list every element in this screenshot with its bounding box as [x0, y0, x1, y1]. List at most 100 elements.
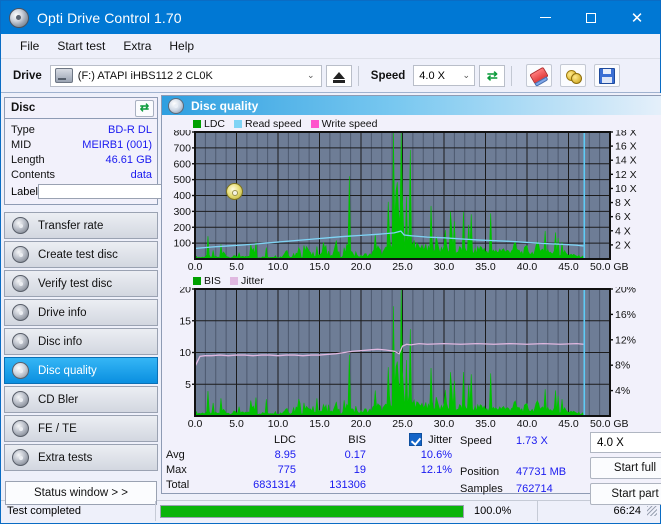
disc-icon — [12, 246, 29, 263]
drive-icon — [54, 68, 73, 83]
toolbar: Drive (F:) ATAPI iHBS112 2 CL0K ⌄ Speed … — [1, 59, 660, 93]
sidebar-item-transfer-rate[interactable]: Transfer rate — [4, 212, 158, 239]
resize-grip-icon[interactable] — [647, 506, 657, 516]
legend-write-speed: Write speed — [310, 118, 378, 130]
sidebar-item-extra-tests[interactable]: Extra tests — [4, 444, 158, 471]
close-icon: ✕ — [630, 9, 644, 27]
readout-values: Speed 1.73 X Position 47731 MB Samples 7… — [460, 432, 588, 505]
svg-text:20: 20 — [179, 287, 191, 296]
status-bar: Test completed 100.0% 66:24 — [1, 500, 660, 521]
disc-length-label: Length — [11, 153, 45, 166]
disc-icon — [12, 391, 29, 408]
legend-swatch-icon — [229, 276, 238, 285]
sidebar-item-drive-info[interactable]: Drive info — [4, 299, 158, 326]
row-label: Avg — [166, 448, 185, 461]
sidebar: Disc ⇄ Type BD-R DL MID MEIRB1 (001) Len… — [1, 93, 244, 505]
sidebar-item-cd-bler[interactable]: CD Bler — [4, 386, 158, 413]
svg-text:10: 10 — [179, 347, 191, 359]
cd-icon — [225, 183, 243, 200]
svg-text:5: 5 — [185, 379, 191, 391]
disc-icon — [12, 304, 29, 321]
sidebar-item-fe-te[interactable]: FE / TE — [4, 415, 158, 442]
panel-header: Disc quality — [162, 96, 661, 115]
eject-button[interactable] — [325, 64, 352, 87]
start-full-button[interactable]: Start full — [590, 457, 661, 479]
sidebar-item-disc-quality[interactable]: Disc quality — [4, 357, 158, 384]
table-row: Avg 8.95 0.17 10.6% — [166, 447, 454, 462]
menu-extra[interactable]: Extra — [114, 36, 160, 56]
legend-ldc: LDC — [193, 118, 225, 130]
svg-text:0.0: 0.0 — [188, 261, 203, 273]
speed-select-value: 4.0 X — [419, 69, 445, 82]
svg-text:8 X: 8 X — [615, 197, 631, 209]
save-button[interactable] — [594, 64, 621, 87]
sidebar-item-verify-test-disc[interactable]: Verify test disc — [4, 270, 158, 297]
svg-text:400: 400 — [173, 190, 191, 202]
window-title: Opti Drive Control 1.70 — [37, 9, 182, 26]
chevron-down-icon: ⌄ — [307, 70, 315, 80]
action-buttons: 4.0 X ⌄ Start full Start part — [590, 432, 661, 505]
svg-text:25.0: 25.0 — [392, 418, 413, 430]
disc-icon — [12, 420, 29, 437]
menu-help[interactable]: Help — [160, 36, 203, 56]
jitter-checkbox[interactable] — [409, 433, 423, 446]
bis-jitter-chart: 5 10 15 20 4% 8% 12% 16% 20% 0.0 5.0 10.0 15.0 20.0 25… — [179, 287, 636, 430]
svg-text:35.0: 35.0 — [475, 261, 496, 273]
svg-text:10.0: 10.0 — [268, 418, 289, 430]
row-label: Total — [166, 478, 190, 491]
cell-bis: 19 — [353, 463, 366, 476]
svg-text:4 X: 4 X — [615, 225, 631, 237]
samples-value: 762714 — [516, 482, 553, 495]
svg-text:16%: 16% — [615, 309, 636, 321]
svg-text:20%: 20% — [615, 287, 636, 296]
svg-text:15: 15 — [179, 315, 191, 327]
close-button[interactable]: ✕ — [614, 1, 660, 34]
svg-text:50.0 GB: 50.0 GB — [590, 261, 629, 273]
sidebar-item-create-test-disc[interactable]: Create test disc — [4, 241, 158, 268]
disc-contents-value: data — [130, 168, 152, 181]
minimize-button[interactable] — [522, 1, 568, 34]
test-speed-select[interactable]: 4.0 X ⌄ — [590, 432, 661, 453]
sidebar-item-label: CD Bler — [38, 393, 79, 406]
cell-jitter: 12.1% — [420, 463, 452, 476]
legend-label: Read speed — [245, 117, 302, 130]
svg-text:10.0: 10.0 — [268, 261, 289, 273]
test-speed-value: 4.0 X — [597, 436, 624, 449]
disc-type-value: BD-R DL — [107, 123, 152, 136]
drive-select[interactable]: (F:) ATAPI iHBS112 2 CL0K ⌄ — [49, 64, 322, 87]
table-row: Max 775 19 12.1% — [166, 462, 454, 477]
menu-start-test[interactable]: Start test — [48, 36, 114, 56]
burn-button[interactable] — [560, 64, 587, 87]
maximize-icon — [586, 12, 596, 23]
disc-label-label: Label — [11, 185, 38, 198]
refresh-icon: ⇄ — [139, 101, 150, 114]
svg-text:12%: 12% — [615, 334, 636, 346]
cell-ldc: 8.95 — [274, 448, 296, 461]
svg-text:8%: 8% — [615, 360, 630, 372]
legend-label: BIS — [204, 274, 221, 287]
sidebar-nav: Transfer rate Create test disc Verify te… — [1, 212, 161, 471]
maximize-button[interactable] — [568, 1, 614, 34]
menu-file[interactable]: File — [11, 36, 48, 56]
disc-label-row: Label — [11, 183, 244, 200]
disc-row-contents: Contents data — [11, 167, 152, 182]
bis-chart-container: BIS Jitter 5 10 15 20 4% 8% 12% 16% 20% 0.0 5.0 10.… — [162, 273, 661, 431]
erase-icon — [529, 66, 549, 85]
position-key: Position — [460, 465, 500, 478]
erase-button[interactable] — [526, 64, 553, 87]
speed-select[interactable]: 4.0 X ⌄ — [413, 65, 476, 86]
panel-title: Disc quality — [191, 98, 259, 113]
disc-info-panel: Disc ⇄ Type BD-R DL MID MEIRB1 (001) Len… — [4, 97, 244, 205]
disc-refresh-button[interactable]: ⇄ — [135, 99, 154, 117]
drive-label: Drive — [13, 69, 42, 82]
refresh-button[interactable]: ⇄ — [479, 64, 506, 87]
refresh-icon: ⇄ — [486, 68, 498, 83]
svg-text:12 X: 12 X — [615, 169, 637, 181]
position-value: 47731 MB — [516, 465, 567, 478]
main-body: Disc ⇄ Type BD-R DL MID MEIRB1 (001) Len… — [1, 93, 661, 505]
svg-text:500: 500 — [173, 174, 191, 186]
speed-label: Speed — [370, 69, 406, 82]
samples-key: Samples — [460, 482, 503, 495]
svg-text:4%: 4% — [615, 385, 630, 397]
sidebar-item-disc-info[interactable]: Disc info — [4, 328, 158, 355]
